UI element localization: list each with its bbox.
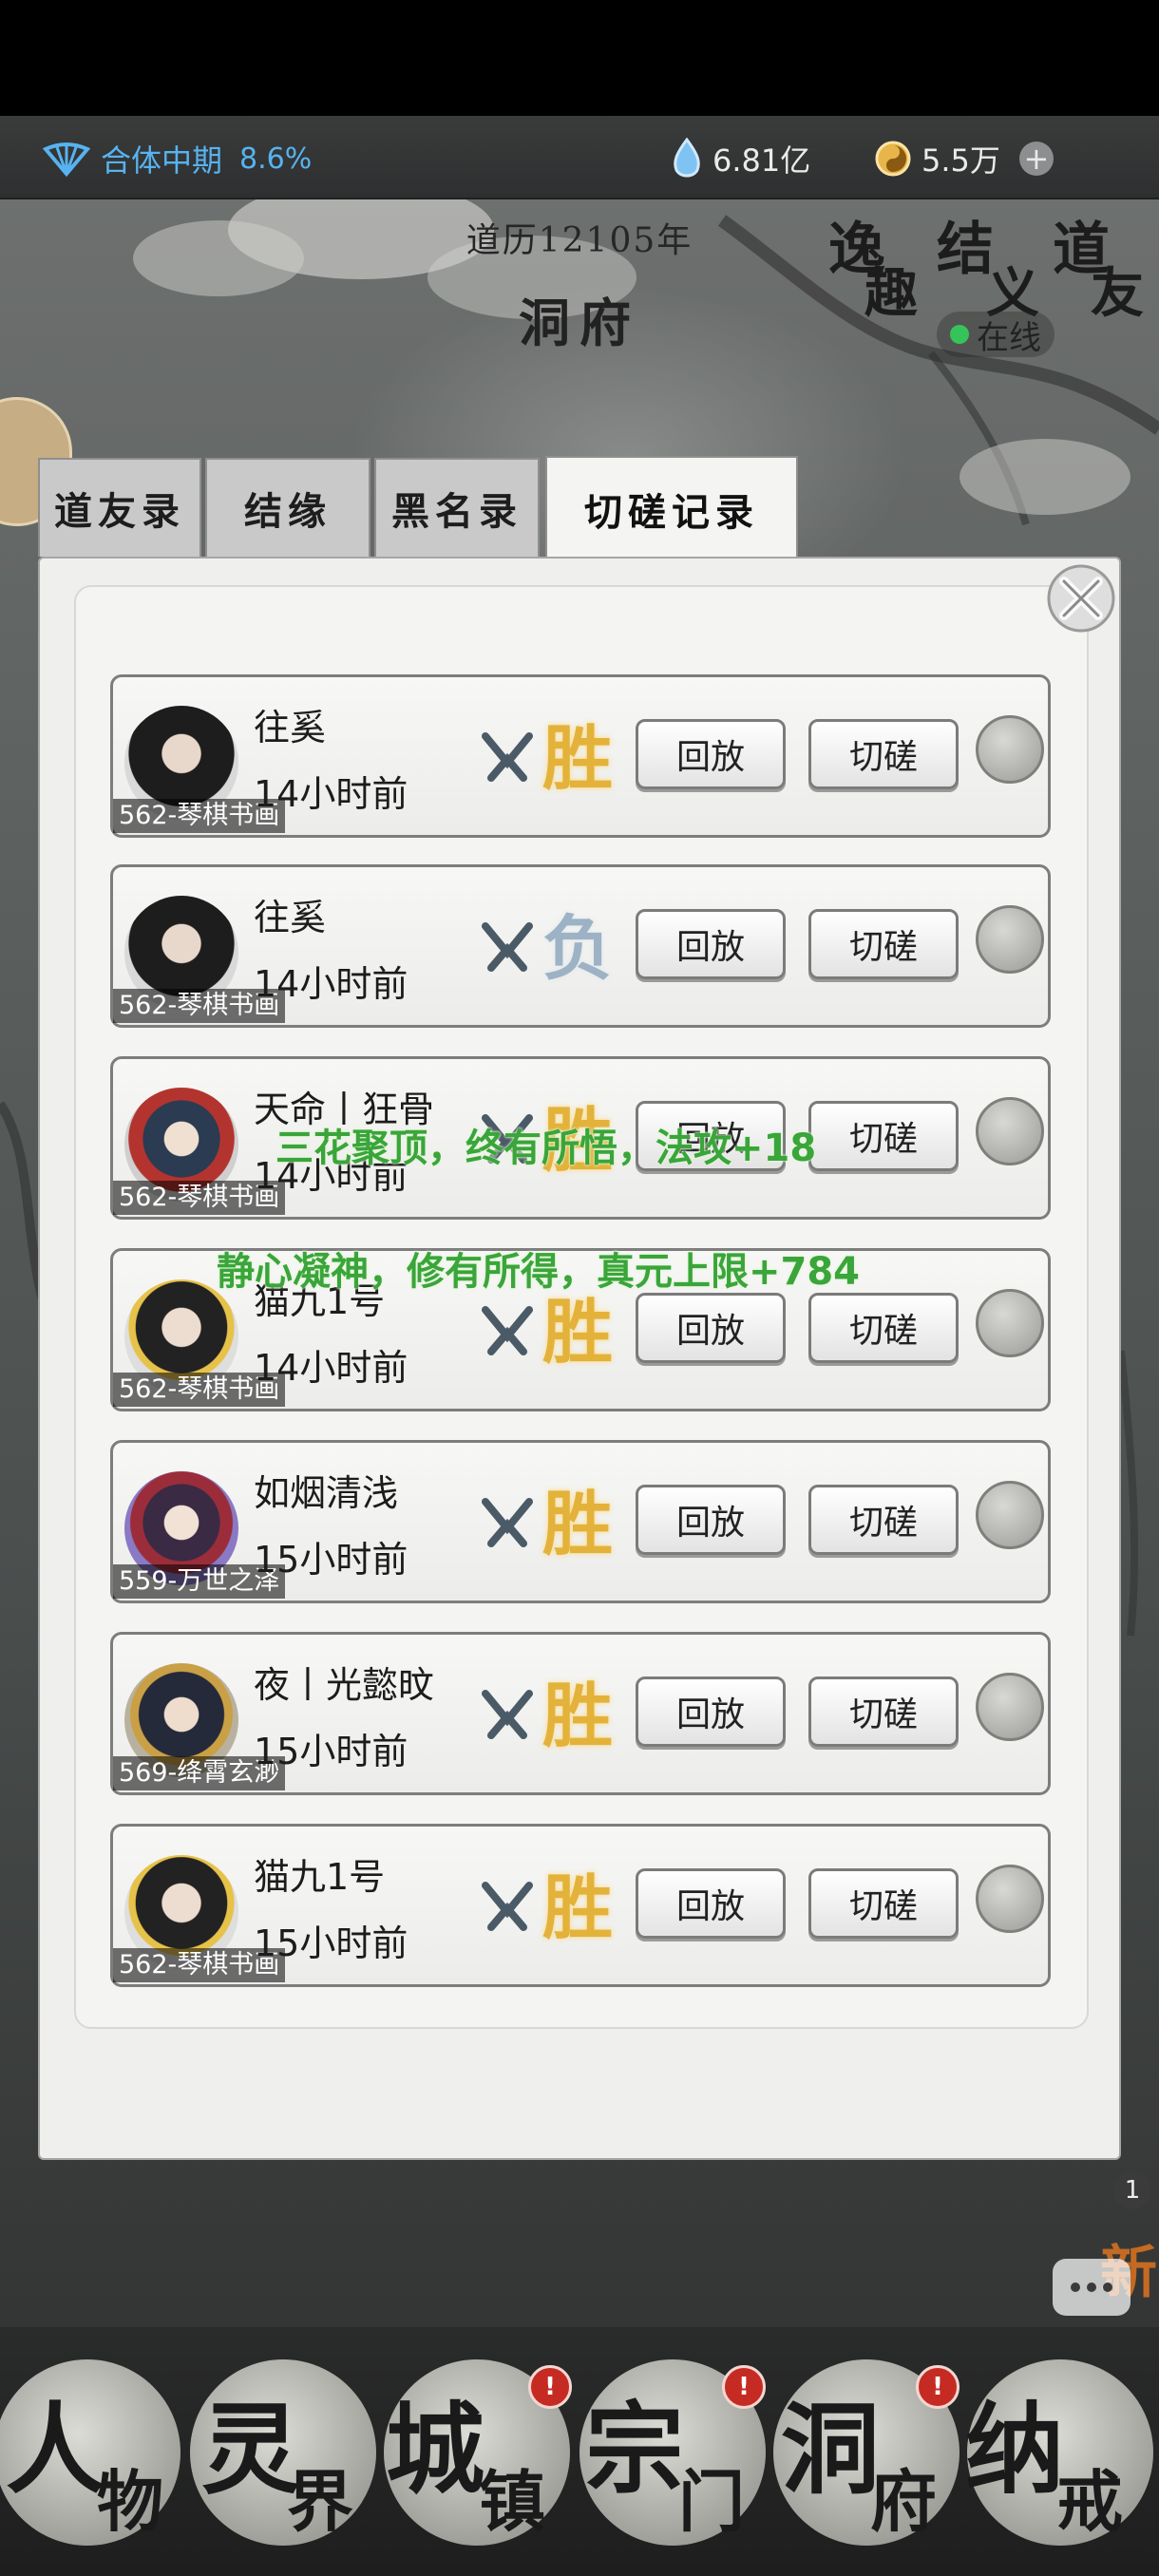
result-lose-badge: 负 — [542, 907, 613, 990]
nav-big-char: 宗 — [585, 2391, 685, 2508]
crossed-swords-icon — [482, 1306, 533, 1355]
opponent-name: 如烟清浅 — [254, 1472, 399, 1514]
result-win-badge: 胜 — [542, 1483, 613, 1565]
crossed-swords-icon — [482, 732, 533, 782]
crossed-swords-icon — [482, 1882, 533, 1931]
spar-button[interactable]: 切磋 — [808, 1868, 959, 1939]
status-bar-area — [0, 0, 1159, 116]
tab-label: 切磋记录 — [584, 490, 759, 535]
seal-char: 友 — [1091, 262, 1144, 325]
spirit-stone-counter: 6.81亿 — [671, 135, 810, 182]
crossed-swords-icon — [482, 1690, 533, 1739]
record-row: 562-琴棋书画 猫九1号 15小时前 胜 回放 切磋 — [110, 1824, 1051, 1987]
spar-button[interactable]: 切磋 — [808, 1676, 959, 1747]
replay-button[interactable]: 回放 — [636, 1676, 786, 1747]
replay-button[interactable]: 回放 — [636, 719, 786, 789]
online-status: 在线 — [937, 312, 1054, 357]
sect-emblem-icon — [976, 1097, 1044, 1165]
tab-label: 黑名录 — [391, 489, 522, 534]
coin-counter: 5.5万 + — [874, 135, 1054, 182]
record-time: 14小时前 — [254, 1347, 408, 1389]
tab-label: 结缘 — [244, 489, 332, 534]
opponent-name: 往奚 — [254, 897, 327, 938]
tab-blacklist[interactable]: 黑名录 — [374, 458, 540, 557]
replay-button[interactable]: 回放 — [636, 1485, 786, 1555]
toast-message: 静心凝神，修有所得，真元上限+784 — [217, 1250, 861, 1294]
seal-char: 结 — [937, 217, 994, 283]
record-row: 562-琴棋书画 往奚 14小时前 胜 回放 切磋 — [110, 674, 1051, 838]
opponent-name: 往奚 — [254, 707, 327, 748]
replay-button[interactable]: 回放 — [636, 909, 786, 979]
record-time: 15小时前 — [254, 1731, 408, 1772]
nav-small-char: 界 — [287, 2462, 353, 2541]
spar-button[interactable]: 切磋 — [808, 1101, 959, 1171]
nav-big-char: 洞 — [781, 2391, 881, 2508]
online-dot-icon — [950, 325, 969, 344]
notification-count-badge: 1 — [1113, 2171, 1151, 2209]
chat-button[interactable] — [1053, 2259, 1130, 2316]
calendar-year: 道历12105年 — [466, 221, 694, 260]
nav-big-char: 人 — [6, 2391, 105, 2508]
tab-bond[interactable]: 结缘 — [205, 458, 370, 557]
add-currency-button[interactable]: + — [1018, 142, 1054, 176]
record-time: 14小时前 — [254, 963, 408, 1005]
coin-icon — [875, 141, 911, 177]
nav-small-char: 府 — [870, 2462, 937, 2541]
spar-button[interactable]: 切磋 — [808, 719, 959, 789]
record-time: 14小时前 — [254, 773, 408, 815]
toast-message: 三花聚顶，终有所悟，法攻+18 — [276, 1127, 817, 1170]
spar-button[interactable]: 切磋 — [808, 1293, 959, 1363]
sect-emblem-icon — [976, 1481, 1044, 1549]
tab-spar-records[interactable]: 切磋记录 — [545, 456, 798, 560]
seal-char: 趣 — [864, 262, 918, 325]
page-title: 洞府 — [519, 293, 640, 353]
sect-emblem-icon — [976, 905, 1044, 974]
nav-small-char: 戒 — [1056, 2462, 1123, 2541]
cave-alert-badge: ! — [916, 2365, 960, 2409]
record-time: 15小时前 — [254, 1539, 408, 1581]
nav-small-char: 物 — [97, 2462, 163, 2541]
nav-big-char: 纳 — [965, 2391, 1065, 2508]
replay-button[interactable]: 回放 — [636, 1293, 786, 1363]
realm-indicator[interactable]: 合体中期 8.6% — [42, 135, 312, 182]
result-win-badge: 胜 — [542, 717, 613, 800]
coin-value: 5.5万 — [922, 142, 1000, 179]
result-win-badge: 胜 — [542, 1866, 613, 1949]
result-win-badge: 胜 — [542, 1291, 613, 1373]
spar-button[interactable]: 切磋 — [808, 1485, 959, 1555]
spirit-stone-icon — [674, 138, 700, 178]
opponent-name: 猫九1号 — [254, 1856, 386, 1898]
tab-friends[interactable]: 道友录 — [38, 458, 201, 557]
realm-label: 合体中期 — [101, 142, 223, 179]
spar-button[interactable]: 切磋 — [808, 909, 959, 979]
tab-label: 道友录 — [54, 489, 185, 534]
opponent-name: 夜丨光懿旼 — [254, 1664, 435, 1706]
friends-seal-logo[interactable]: 逸 趣 结 义 道 友 — [828, 203, 1151, 325]
record-row: 559-万世之泽 如烟清浅 15小时前 胜 回放 切磋 — [110, 1440, 1051, 1603]
fan-icon — [42, 142, 91, 178]
nav-big-char: 城 — [386, 2391, 485, 2508]
record-time: 15小时前 — [254, 1923, 408, 1964]
sect-alert-badge: ! — [722, 2365, 766, 2409]
replay-button[interactable]: 回放 — [636, 1868, 786, 1939]
crossed-swords-icon — [482, 1498, 533, 1547]
sect-emblem-icon — [976, 1673, 1044, 1741]
online-label: 在线 — [977, 318, 1041, 357]
chat-bubble-icon — [1071, 2282, 1112, 2292]
nav-small-char: 门 — [678, 2462, 745, 2541]
sect-emblem-icon — [976, 715, 1044, 784]
nav-big-char: 灵 — [201, 2391, 301, 2508]
crossed-swords-icon — [482, 922, 533, 972]
sect-emblem-icon — [976, 1865, 1044, 1933]
close-icon[interactable] — [1045, 562, 1117, 635]
record-row: 562-琴棋书画 往奚 14小时前 负 回放 切磋 — [110, 864, 1051, 1028]
realm-percent: 8.6% — [239, 142, 313, 176]
sect-emblem-icon — [976, 1289, 1044, 1357]
result-win-badge: 胜 — [542, 1675, 613, 1757]
spirit-stone-value: 6.81亿 — [712, 142, 811, 179]
record-row: 569-绛霄玄渺 夜丨光懿旼 15小时前 胜 回放 切磋 — [110, 1632, 1051, 1795]
nav-small-char: 镇 — [479, 2462, 545, 2541]
town-alert-badge: ! — [528, 2365, 572, 2409]
